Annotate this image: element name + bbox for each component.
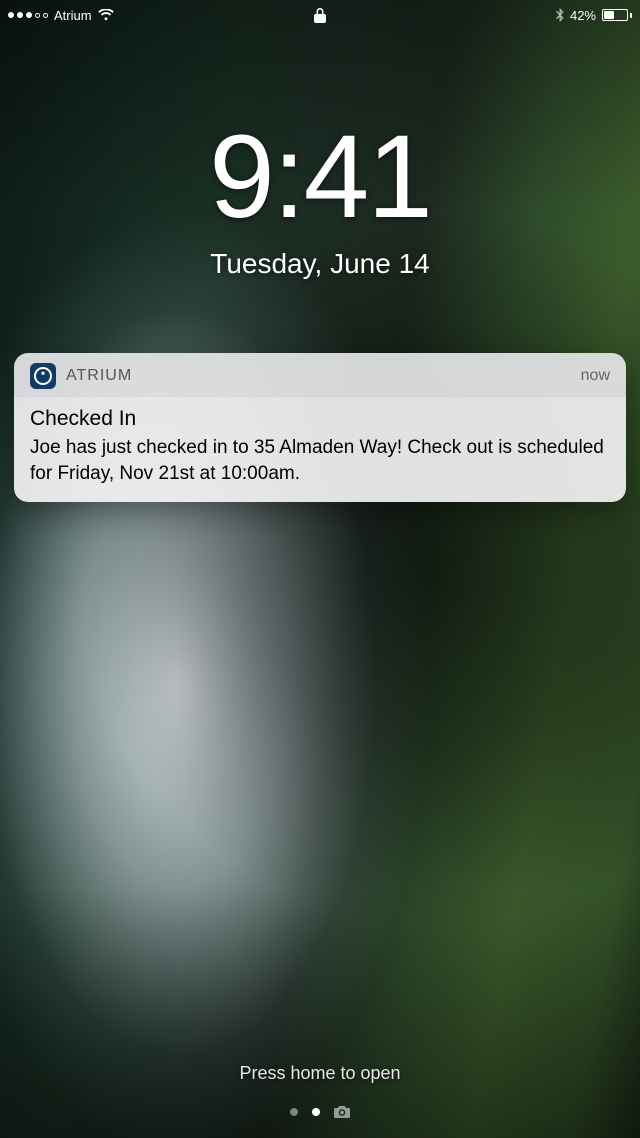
- camera-icon[interactable]: [334, 1106, 350, 1118]
- page-dot-active[interactable]: [312, 1108, 320, 1116]
- notification-card[interactable]: ATRIUM now Checked In Joe has just check…: [14, 353, 626, 502]
- signal-strength-icon: [8, 12, 48, 18]
- lock-screen: Atrium 42% 9:41 Tuesday, June 14: [0, 0, 640, 1138]
- app-icon: [30, 363, 56, 389]
- notification-app-name: ATRIUM: [66, 367, 132, 385]
- page-indicator[interactable]: [0, 1106, 640, 1118]
- bluetooth-icon: [556, 8, 564, 22]
- notification-message: Joe has just checked in to 35 Almaden Wa…: [30, 435, 610, 486]
- notification-body: Checked In Joe has just checked in to 35…: [14, 397, 626, 502]
- page-dot[interactable]: [290, 1108, 298, 1116]
- notification-timestamp: now: [581, 367, 610, 385]
- lock-icon: [314, 8, 326, 23]
- battery-percent-label: 42%: [570, 8, 596, 23]
- press-home-hint: Press home to open: [0, 1063, 640, 1084]
- clock-date: Tuesday, June 14: [0, 248, 640, 280]
- status-bar: Atrium 42%: [0, 0, 640, 30]
- notification-header: ATRIUM now: [14, 353, 626, 397]
- notification-title: Checked In: [30, 407, 610, 431]
- wifi-icon: [98, 9, 114, 21]
- clock-area: 9:41 Tuesday, June 14: [0, 118, 640, 280]
- clock-time: 9:41: [0, 118, 640, 236]
- carrier-label: Atrium: [54, 8, 92, 23]
- battery-icon: [602, 9, 632, 21]
